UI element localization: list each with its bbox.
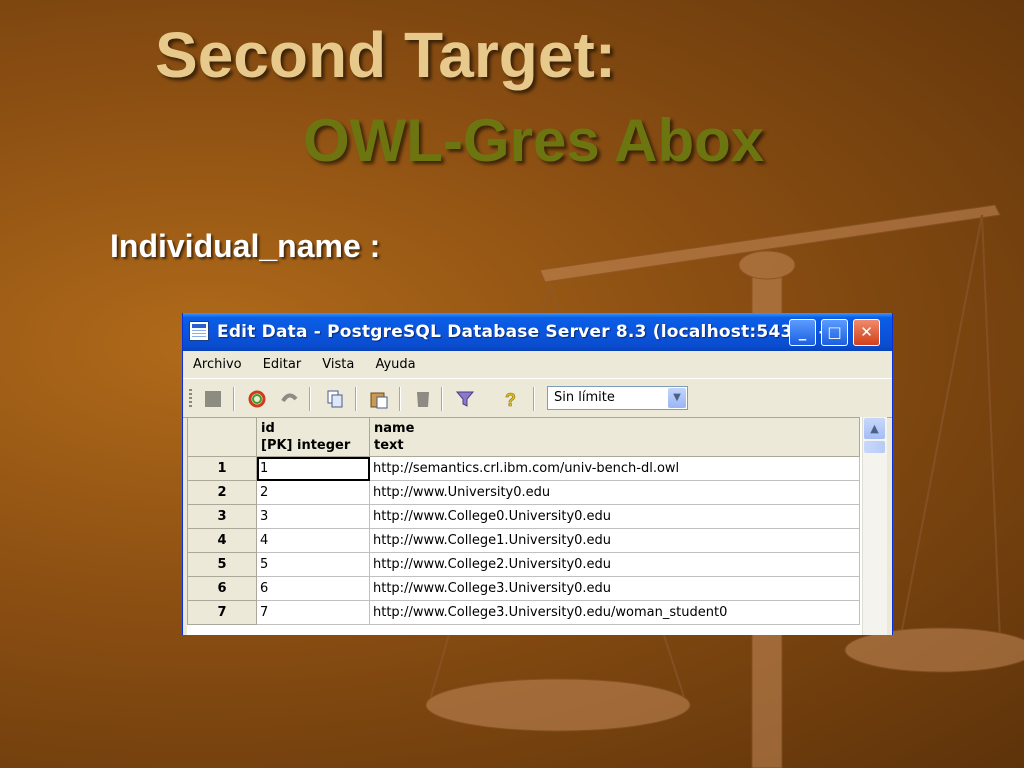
menu-bar: Archivo Editar Vista Ayuda: [183, 351, 892, 379]
save-icon[interactable]: [203, 389, 223, 409]
id-cell[interactable]: 4: [256, 528, 370, 553]
section-heading: Individual_name :: [110, 228, 381, 264]
copy-icon[interactable]: [325, 389, 345, 409]
toolbar-separator: [399, 387, 401, 411]
name-cell[interactable]: http://www.College1.University0.edu: [369, 528, 860, 553]
row-header-corner[interactable]: [187, 417, 257, 457]
row-number[interactable]: 4: [187, 528, 257, 553]
toolbar-separator: [533, 387, 535, 411]
column-type: [PK] integer: [261, 438, 351, 453]
row-limit-value: Sin límite: [554, 390, 615, 405]
slide-title: Second Target:: [155, 19, 617, 91]
id-cell[interactable]: 1: [256, 456, 370, 481]
id-cell[interactable]: 5: [256, 552, 370, 577]
name-cell[interactable]: http://www.College3.University0.edu: [369, 576, 860, 601]
toolbar-separator: [233, 387, 235, 411]
delete-icon[interactable]: [413, 389, 433, 409]
menu-ayuda[interactable]: Ayuda: [365, 351, 421, 372]
data-grid: id [PK] integer name text 1 1 http://sem…: [187, 417, 864, 635]
window-titlebar[interactable]: Edit Data - PostgreSQL Database Server 8…: [183, 313, 892, 351]
slide-subtitle: OWL-Gres Abox: [303, 107, 765, 174]
chevron-down-icon[interactable]: ▼: [668, 388, 686, 408]
undo-icon[interactable]: [279, 389, 299, 409]
row-limit-select[interactable]: Sin límite ▼: [547, 386, 688, 410]
name-cell[interactable]: http://www.College0.University0.edu: [369, 504, 860, 529]
menu-vista[interactable]: Vista: [312, 351, 360, 372]
row-number[interactable]: 3: [187, 504, 257, 529]
minimize-button[interactable]: _: [789, 319, 816, 346]
column-header-id[interactable]: id [PK] integer: [256, 417, 370, 457]
row-number[interactable]: 2: [187, 480, 257, 505]
row-number[interactable]: 1: [187, 456, 257, 481]
toolbar-separator: [355, 387, 357, 411]
vertical-scrollbar[interactable]: ▲: [862, 417, 887, 635]
row-number[interactable]: 5: [187, 552, 257, 577]
table-row[interactable]: 6 6 http://www.College3.University0.edu: [187, 576, 860, 601]
scrollbar-thumb[interactable]: [864, 441, 885, 453]
name-cell[interactable]: http://www.College3.University0.edu/woma…: [369, 600, 860, 625]
column-type: text: [374, 438, 404, 453]
svg-text:?: ?: [505, 390, 516, 409]
table-row[interactable]: 1 1 http://semantics.crl.ibm.com/univ-be…: [187, 456, 860, 481]
paste-icon[interactable]: [369, 389, 389, 409]
filter-icon[interactable]: [455, 389, 475, 409]
name-cell[interactable]: http://www.University0.edu: [369, 480, 860, 505]
refresh-icon[interactable]: [247, 389, 267, 409]
window-title: Edit Data - PostgreSQL Database Server 8…: [217, 322, 846, 342]
table-row[interactable]: 3 3 http://www.College0.University0.edu: [187, 504, 860, 529]
table-row[interactable]: 7 7 http://www.College3.University0.edu/…: [187, 600, 860, 625]
edit-data-window: Edit Data - PostgreSQL Database Server 8…: [182, 313, 893, 635]
row-number[interactable]: 7: [187, 600, 257, 625]
toolbar-separator: [441, 387, 443, 411]
id-cell[interactable]: 3: [256, 504, 370, 529]
table-icon: [189, 321, 209, 341]
help-icon[interactable]: ?: [501, 389, 521, 411]
name-cell[interactable]: http://www.College2.University0.edu: [369, 552, 860, 577]
column-header-name[interactable]: name text: [369, 417, 860, 457]
toolbar-grip[interactable]: [189, 389, 192, 409]
id-cell[interactable]: 2: [256, 480, 370, 505]
toolbar-separator: [309, 387, 311, 411]
name-cell[interactable]: http://semantics.crl.ibm.com/univ-bench-…: [369, 456, 860, 481]
close-button[interactable]: ✕: [853, 319, 880, 346]
toolbar: ? Sin límite ▼: [183, 379, 892, 418]
table-row[interactable]: 5 5 http://www.College2.University0.edu: [187, 552, 860, 577]
row-number[interactable]: 6: [187, 576, 257, 601]
column-name: id: [261, 421, 275, 436]
table-row[interactable]: 2 2 http://www.University0.edu: [187, 480, 860, 505]
menu-archivo[interactable]: Archivo: [183, 351, 248, 372]
id-cell[interactable]: 6: [256, 576, 370, 601]
menu-editar[interactable]: Editar: [253, 351, 308, 372]
table-row[interactable]: 4 4 http://www.College1.University0.edu: [187, 528, 860, 553]
id-cell[interactable]: 7: [256, 600, 370, 625]
scroll-up-icon[interactable]: ▲: [864, 418, 885, 439]
maximize-button[interactable]: □: [821, 319, 848, 346]
column-name: name: [374, 421, 415, 436]
